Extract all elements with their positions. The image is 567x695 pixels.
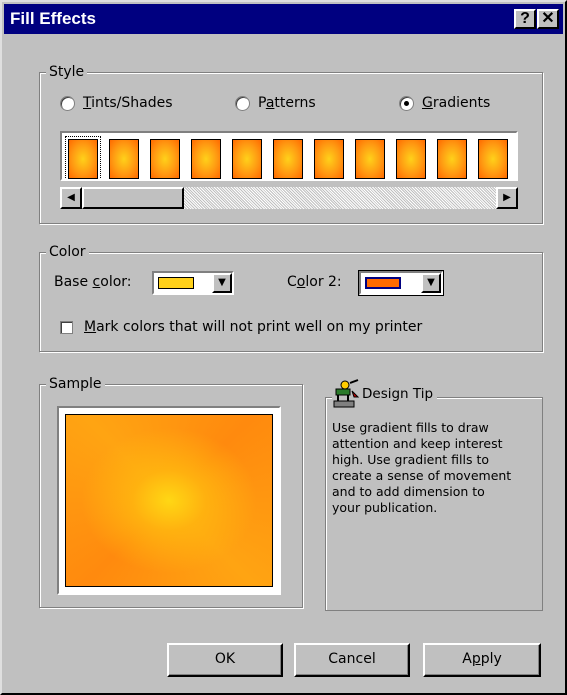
apply-button[interactable]: Apply [423, 643, 541, 677]
gradient-swatch[interactable] [150, 139, 180, 179]
radio-gradients[interactable]: Gradients [399, 95, 490, 111]
radio-patterns[interactable]: Patterns [235, 95, 316, 111]
dropdown-arrow-icon[interactable]: ▼ [212, 273, 232, 293]
radio-patterns-label: Patterns [258, 95, 316, 111]
ok-button[interactable]: OK [167, 643, 283, 677]
scroll-left-icon[interactable]: ◀ [60, 187, 82, 209]
radio-tints-shades-indicator[interactable] [60, 95, 75, 111]
close-icon[interactable]: ✕ [537, 9, 559, 29]
gradient-swatch[interactable] [65, 136, 101, 179]
scroll-thumb[interactable] [82, 187, 184, 209]
base-color-chip [158, 277, 194, 289]
gradient-swatch[interactable] [109, 139, 139, 179]
radio-gradients-label: Gradients [422, 95, 491, 111]
gradient-swatch[interactable] [191, 139, 221, 179]
style-group-label: Style [46, 63, 88, 81]
gradient-swatch[interactable] [478, 139, 508, 179]
mark-colors-checkbox[interactable] [60, 321, 73, 334]
mark-colors-label[interactable]: Mark colors that will not print well on … [84, 319, 422, 335]
base-color-label: Base color: [54, 274, 132, 290]
dropdown-arrow-icon[interactable]: ▼ [421, 273, 441, 293]
design-tip-heading: Design Tip [362, 386, 434, 402]
scroll-right-icon[interactable]: ▶ [496, 187, 518, 209]
radio-tints-shades[interactable]: Tints/Shades [60, 95, 173, 111]
gradient-swatch[interactable] [314, 139, 344, 179]
color2-picker[interactable]: ▼ [358, 270, 444, 296]
color2-chip [365, 277, 401, 289]
radio-tints-shades-label: Tints/Shades [83, 95, 173, 111]
gradient-swatch[interactable] [437, 139, 467, 179]
dialog-title: Fill Effects [10, 9, 96, 28]
design-tip-text: Use gradient fills to draw attention and… [332, 420, 512, 515]
sample-group-label: Sample [46, 375, 105, 393]
gradient-swatch[interactable] [355, 139, 385, 179]
swatch-scrollbar[interactable]: ◀ ▶ [60, 187, 518, 209]
title-bar[interactable]: Fill Effects ? ✕ [4, 4, 563, 34]
color-group-label: Color [46, 243, 89, 261]
help-icon[interactable]: ? [514, 9, 536, 29]
gradient-swatch[interactable] [396, 139, 426, 179]
sample-gradient-preview [65, 414, 273, 587]
gradient-swatch[interactable] [273, 139, 303, 179]
gradient-swatch-strip[interactable] [60, 131, 518, 181]
cancel-button[interactable]: Cancel [294, 643, 410, 677]
radio-patterns-indicator[interactable] [235, 95, 250, 111]
sample-preview-frame [57, 406, 281, 595]
color-group: Color [39, 243, 543, 352]
color2-label: Color 2: [287, 274, 342, 290]
gradient-swatch[interactable] [232, 139, 262, 179]
design-tip-header: Design Tip [332, 378, 438, 410]
design-tip-icon [333, 379, 360, 408]
radio-gradients-indicator[interactable] [399, 95, 414, 111]
fill-effects-dialog: Fill Effects ? ✕ Style Tints/Shades Patt… [0, 0, 567, 695]
base-color-picker[interactable]: ▼ [152, 271, 234, 295]
